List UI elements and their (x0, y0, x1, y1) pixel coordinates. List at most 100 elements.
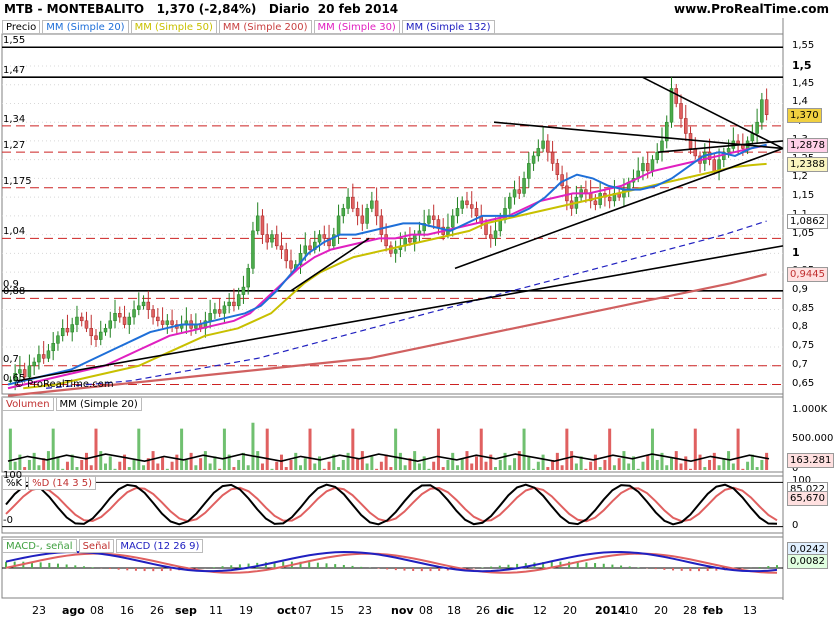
volume-bar (503, 452, 507, 470)
chart-title: MTB - MONTEBALITO 1,370 (-2,84%) Diario … (4, 2, 399, 16)
level-label: 0,88 (3, 286, 26, 298)
level-label: 0,65 (3, 372, 26, 384)
volume-bar (532, 468, 536, 470)
stoch-d-tag: 65,670 (787, 490, 828, 506)
level-label: 0,7 (3, 353, 19, 365)
macd-histogram-bar (342, 564, 345, 568)
volume-bar (322, 468, 326, 470)
volume-bar (474, 456, 478, 470)
macd-histogram-bar (741, 568, 744, 569)
chart-canvas (1, 18, 784, 600)
macd-histogram-bar (672, 568, 675, 571)
stoch-k-line (5, 483, 778, 526)
volume-bar (574, 463, 578, 470)
volume-bar (213, 456, 217, 470)
macd-histogram-bar (351, 565, 354, 568)
candle-body (37, 354, 41, 363)
price-axis-tick: 1,45 (792, 77, 815, 89)
legend-entry: MACD-, señal (2, 539, 77, 553)
macd-histogram-bar (377, 568, 380, 569)
volume-bar (51, 428, 55, 470)
macd-histogram-bar (689, 568, 692, 572)
price-tag: 1,0862 (787, 214, 828, 230)
candle-body (493, 230, 498, 239)
volume-bar (113, 468, 117, 470)
volume-bar (508, 465, 512, 470)
macd-histogram-bar (308, 562, 311, 568)
macd-histogram-bar (611, 564, 614, 568)
volume-axis-tick: 500.000 (792, 433, 834, 445)
candle-body (308, 245, 312, 250)
macd-histogram-bar (767, 566, 770, 568)
legend-entry: MM (Simple 20) (55, 397, 142, 411)
candle-body (265, 234, 269, 243)
macd-histogram-bar (628, 566, 631, 568)
macd-histogram-bar (82, 566, 85, 568)
stoch-left-label: 100 (3, 470, 23, 482)
volume-bar (127, 467, 131, 470)
volume-bar (99, 451, 103, 470)
candle-body (98, 331, 103, 340)
volume-bar (432, 461, 436, 470)
volume-bar (722, 458, 726, 470)
macd-histogram-bar (698, 568, 701, 572)
volume-bar (674, 451, 678, 470)
date-label: 20 (563, 604, 577, 617)
volume-bar (379, 461, 383, 470)
volume-bar (646, 454, 650, 470)
candle-body (684, 118, 688, 134)
candle-body (484, 223, 488, 235)
price-tag: 1,2878 (787, 138, 828, 154)
date-label: dic (496, 604, 515, 617)
volume-bar (156, 463, 160, 470)
macd-histogram-bar (91, 567, 94, 568)
candle-body (113, 313, 117, 322)
volume-bar (284, 467, 288, 470)
candle-body (132, 309, 136, 318)
candle-body (108, 320, 113, 329)
level-label: 1,55 (3, 35, 26, 47)
volume-bar (717, 465, 721, 470)
volume-bar (194, 465, 198, 470)
candle-body (508, 196, 512, 209)
volume-bar (641, 461, 645, 470)
volume-bar (669, 458, 673, 470)
price-axis-tick: 1,05 (792, 227, 815, 239)
candle-body (41, 354, 46, 359)
volume-bar (494, 467, 498, 470)
volume-bar (303, 458, 307, 470)
macd-histogram-bar (620, 565, 623, 568)
volume-bar (251, 422, 255, 470)
date-label: 26 (476, 604, 490, 617)
volume-bar (665, 465, 669, 470)
volume-bar (308, 428, 312, 470)
candle-body (393, 249, 398, 254)
candle-body (755, 121, 759, 134)
price-axis-tick: 0,75 (792, 340, 815, 352)
candle-body (65, 328, 70, 333)
candle-body (137, 305, 141, 310)
candle-body (260, 215, 265, 235)
volume-bar (598, 467, 602, 470)
date-label: 15 (330, 604, 344, 617)
date-label: sep (175, 604, 197, 617)
volume-bar (403, 465, 407, 470)
candle-body (650, 159, 655, 172)
volume-bar (498, 459, 502, 470)
price-axis-tick: 0,85 (792, 302, 815, 314)
macd-histogram-bar (386, 568, 389, 570)
candle-body (365, 208, 369, 224)
candle-body (764, 99, 769, 115)
macd-histogram-bar (230, 565, 233, 568)
candle-body (712, 159, 717, 172)
macd-histogram-bar (706, 568, 709, 572)
volume-bar (513, 458, 517, 470)
legend-entry: %D (14 3 5) (28, 476, 97, 490)
legend-entry: MM (Simple 50) (130, 20, 217, 34)
candle-body (94, 335, 98, 340)
macd-histogram-bar (325, 563, 328, 568)
volume-bar (108, 456, 112, 470)
price-axis-tick: 0,65 (792, 377, 815, 389)
candle-body (274, 234, 279, 247)
date-label: feb (703, 604, 724, 617)
